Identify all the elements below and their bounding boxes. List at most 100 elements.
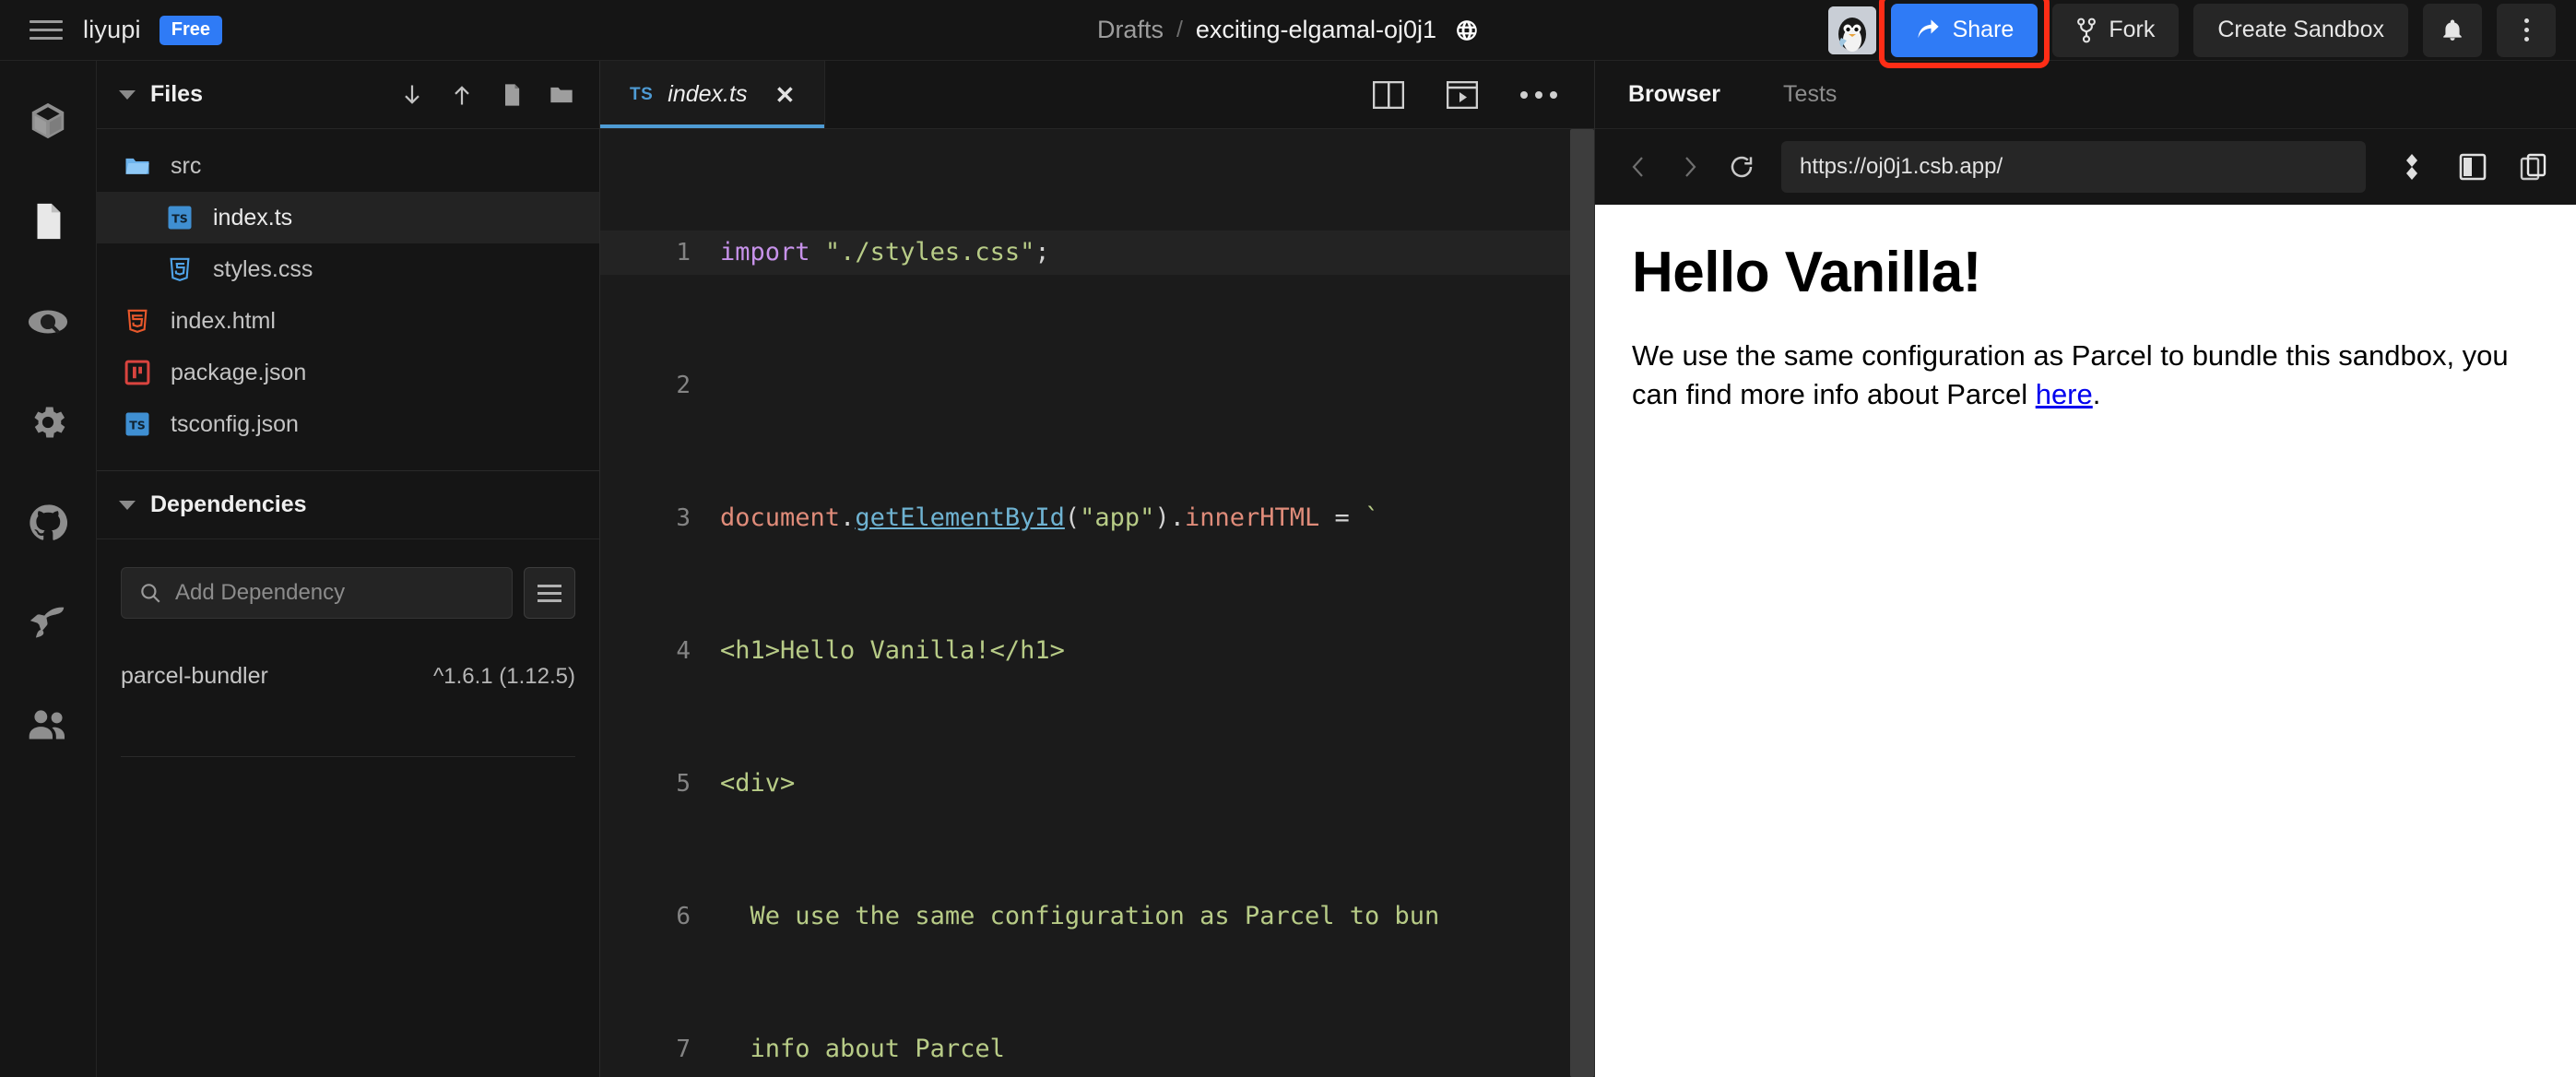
url-field[interactable]: [1781, 141, 2366, 193]
preview-tools: [2388, 143, 2558, 191]
line-number: 3: [676, 504, 691, 532]
dependency-version: ^1.6.1 (1.12.5): [432, 663, 575, 689]
file-name: index.html: [171, 307, 276, 334]
collapse-caret-icon[interactable]: [119, 89, 136, 100]
scrollbar-thumb[interactable]: [1570, 129, 1594, 1077]
github-icon[interactable]: [19, 494, 77, 551]
create-sandbox-button[interactable]: Create Sandbox: [2193, 3, 2408, 57]
sandbox-icon[interactable]: [19, 92, 77, 149]
code-line: 1 import "./styles.css";: [600, 231, 1594, 275]
file-row-index-html[interactable]: index.html: [97, 295, 599, 347]
preview-tabs: Browser Tests: [1595, 61, 2576, 129]
preview-heading: Hello Vanilla!: [1632, 241, 1981, 304]
chevron-right-icon[interactable]: [1672, 149, 1707, 184]
file-row-styles-css[interactable]: styles.css: [97, 243, 599, 295]
share-button-wrapper: Share: [1878, 0, 2050, 68]
deploy-icon[interactable]: [19, 595, 77, 652]
code-editor: TS index.ts ✕ 1 import "./styles.css"; 2…: [600, 61, 1595, 1077]
breadcrumb-parent[interactable]: Drafts: [1097, 16, 1164, 44]
sandbox-title[interactable]: exciting-elgamal-oj0j1: [1196, 16, 1436, 44]
files-panel-title: Files: [150, 81, 203, 107]
new-file-icon[interactable]: [498, 81, 526, 109]
notifications-button[interactable]: [2423, 3, 2482, 57]
typescript-icon: TS: [165, 203, 195, 232]
team-name: liyupi: [83, 16, 141, 43]
token-template: `: [1365, 503, 1380, 532]
code-line: 4 <h1>Hello Vanilla!</h1>: [600, 629, 1594, 673]
code-lines: 1 import "./styles.css"; 2 3 document.ge…: [600, 129, 1594, 1077]
npm-icon: [123, 358, 152, 387]
line-content: info about Parcel: [720, 1035, 1005, 1063]
chevron-left-icon[interactable]: [1621, 149, 1656, 184]
code-line: 3 document.getElementById("app").innerHT…: [600, 496, 1594, 540]
download-icon[interactable]: [398, 81, 426, 109]
code-line: 5 <div>: [600, 762, 1594, 806]
token-operator: =: [1319, 503, 1365, 532]
search-icon: [141, 584, 160, 603]
fork-icon: [2077, 18, 2097, 42]
search-icon[interactable]: [19, 293, 77, 350]
paragraph-period: .: [2092, 378, 2101, 411]
workspace: Files src TS index.ts styles.css index.h…: [0, 61, 2576, 1077]
avatar[interactable]: [1827, 6, 1876, 54]
url-input[interactable]: [1800, 154, 2347, 180]
tab-label: index.ts: [668, 81, 748, 107]
preview-urlbar: [1595, 129, 2576, 205]
share-button[interactable]: Share: [1890, 3, 2038, 57]
file-row-src[interactable]: src: [97, 140, 599, 192]
file-row-index-ts[interactable]: TS index.ts: [97, 192, 599, 243]
tab-index-ts[interactable]: TS index.ts ✕: [600, 61, 826, 128]
tab-browser[interactable]: Browser: [1628, 81, 1720, 108]
typescript-badge-icon: TS: [630, 84, 654, 104]
sidebar: Files src TS index.ts styles.css index.h…: [97, 61, 600, 1077]
hamburger-icon[interactable]: [20, 20, 72, 40]
plan-badge: Free: [159, 15, 222, 45]
file-name: src: [171, 152, 202, 179]
line-content: <h1>Hello Vanilla!</h1>: [720, 636, 1065, 665]
reload-icon[interactable]: [1724, 149, 1759, 184]
token-property: innerHTML: [1184, 503, 1320, 532]
files-icon[interactable]: [19, 193, 77, 250]
split-pane-icon[interactable]: [1373, 80, 1404, 109]
token-string: "./styles.css": [824, 238, 1035, 266]
new-window-icon[interactable]: [2510, 143, 2558, 191]
line-number: 5: [676, 770, 691, 798]
css-icon: [165, 254, 195, 284]
file-row-package-json[interactable]: package.json: [97, 347, 599, 398]
editor-tabbar: TS index.ts ✕: [600, 61, 1594, 129]
responsive-icon[interactable]: [2388, 143, 2436, 191]
dependency-row[interactable]: parcel-bundler ^1.6.1 (1.12.5): [121, 663, 575, 690]
line-number: 2: [676, 372, 691, 399]
split-view-icon[interactable]: [2449, 143, 2497, 191]
file-row-tsconfig-json[interactable]: TS tsconfig.json: [97, 398, 599, 450]
token-punct: (: [1064, 503, 1081, 532]
parcel-link[interactable]: here: [2036, 378, 2093, 410]
code-area[interactable]: 1 import "./styles.css"; 2 3 document.ge…: [600, 129, 1594, 1077]
add-dependency-field[interactable]: [121, 567, 513, 619]
editor-scrollbar[interactable]: [1570, 129, 1594, 1077]
share-arrow-icon: [1918, 18, 1939, 38]
add-dependency-input[interactable]: [175, 580, 495, 606]
close-icon[interactable]: ✕: [774, 83, 795, 107]
collapse-caret-icon[interactable]: [119, 500, 136, 510]
token-keyword: import: [720, 238, 810, 266]
more-horizontal-icon[interactable]: [1520, 90, 1557, 99]
create-sandbox-label: Create Sandbox: [2217, 17, 2384, 42]
settings-icon[interactable]: [19, 394, 77, 451]
live-icon[interactable]: [19, 695, 77, 752]
file-name: package.json: [171, 359, 307, 385]
preview-window-icon[interactable]: [1447, 80, 1478, 109]
dependencies-menu-button[interactable]: [524, 567, 575, 619]
token-string: "app": [1080, 503, 1155, 532]
new-folder-icon[interactable]: [548, 81, 575, 109]
tab-tests[interactable]: Tests: [1783, 81, 1837, 108]
fork-button[interactable]: Fork: [2052, 3, 2180, 57]
code-line: 2: [600, 363, 1594, 408]
dependencies-panel-title: Dependencies: [150, 491, 307, 517]
more-menu-button[interactable]: [2497, 3, 2556, 57]
line-content: import "./styles.css";: [720, 231, 1594, 275]
file-name: styles.css: [213, 255, 313, 282]
line-number: 1: [676, 239, 691, 266]
upload-icon[interactable]: [448, 81, 476, 109]
fork-label: Fork: [2109, 17, 2156, 42]
